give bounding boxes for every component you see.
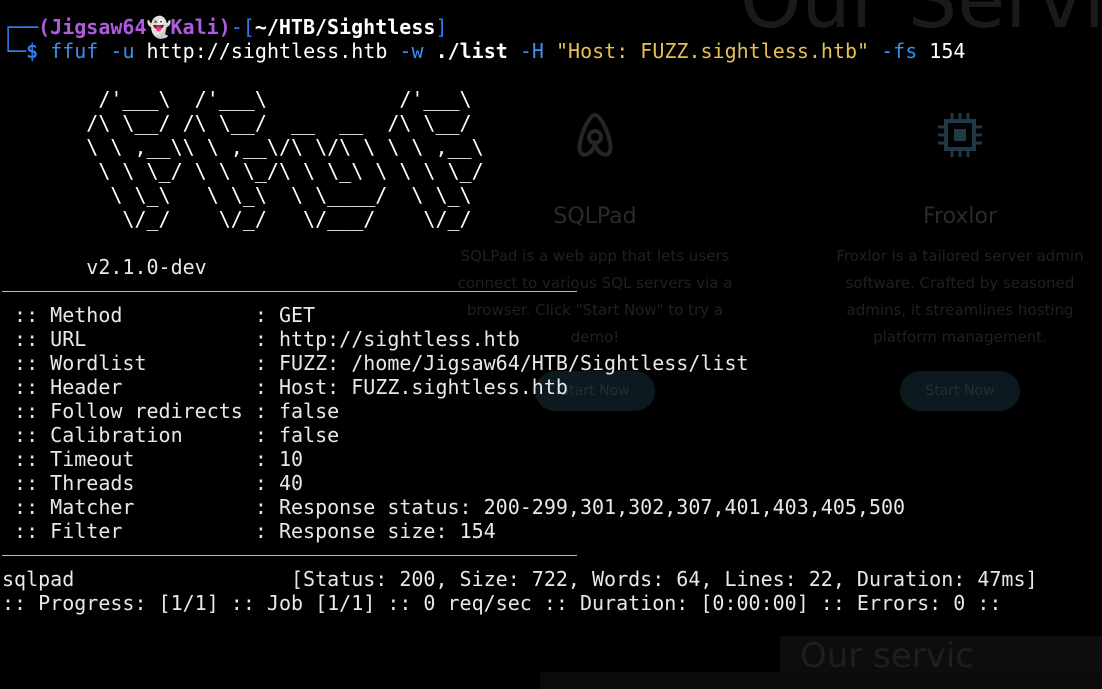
config-line-follow-redirects: :: Follow redirects : false [2, 399, 340, 423]
command-flag-fs: -fs [881, 39, 918, 63]
ffuf-version: v2.1.0-dev [2, 255, 207, 279]
command-flag-u: -u [110, 39, 135, 63]
progress-line: :: Progress: [1/1] :: Job [1/1] :: 0 req… [2, 591, 1002, 615]
config-line-matcher: :: Matcher : Response status: 200-299,30… [2, 495, 906, 519]
background-bottom-heading: Our servic [780, 636, 1102, 676]
ffuf-banner-line: \ \ ,__\\ \ ,__\/\ \/\ \ \ \ ,__\ [2, 135, 484, 159]
command-url: http://sightless.htb [146, 39, 388, 63]
prompt-corner-bottom: └─ [2, 39, 27, 63]
prompt-dollar: $ [26, 39, 39, 63]
ffuf-banner-line: /'___\ /'___\ /'___\ [2, 87, 472, 111]
separator-line [2, 279, 577, 292]
prompt-corner-top: ┌── [2, 15, 39, 39]
ffuf-banner-line: \ \ \_/ \ \ \_/\ \ \_\ \ \ \ \_/ [2, 159, 484, 183]
command-fs-value: 154 [929, 39, 966, 63]
command-line[interactable]: └─$ ffuf -u http://sightless.htb -w ./li… [2, 39, 1038, 63]
ffuf-banner-line: \ \_\ \ \_\ \ \____/ \ \_\ [2, 183, 472, 207]
config-line-url: :: URL : http://sightless.htb [2, 327, 520, 351]
config-line-method: :: Method : GET [2, 303, 316, 327]
config-line-filter: :: Filter : Response size: 154 [2, 519, 496, 543]
config-line-header: :: Header : Host: FUZZ.sightless.htb [2, 375, 568, 399]
command-program: ffuf [50, 39, 99, 63]
prompt-dash: -[ [230, 15, 255, 39]
prompt-host: Kali) [170, 15, 231, 39]
prompt-line: ┌──(Jigsaw64👻Kali)-[~/HTB/Sightless] [2, 15, 1038, 39]
config-line-timeout: :: Timeout : 10 [2, 447, 304, 471]
command-wordlist: ./list [435, 39, 508, 63]
ffuf-banner-line: /\ \__/ /\ \__/ __ __ /\ \__/ [2, 111, 472, 135]
prompt-user: (Jigsaw64 [38, 15, 147, 39]
background-bottom-strip [540, 672, 1102, 689]
terminal-window[interactable]: Our Servic SQLPad SQLPad is a web app th… [0, 0, 1102, 689]
config-line-calibration: :: Calibration : false [2, 423, 340, 447]
config-line-wordlist: :: Wordlist : FUZZ: /home/Jigsaw64/HTB/S… [2, 351, 749, 375]
command-flag-w: -w [399, 39, 424, 63]
result-line: sqlpad [Status: 200, Size: 722, Words: 6… [2, 567, 1038, 591]
prompt-bracket-close: ] [435, 15, 448, 39]
ghost-icon: 👻 [146, 15, 172, 39]
separator-line [2, 543, 577, 556]
command-flag-h: -H [519, 39, 544, 63]
prompt-cwd: ~/HTB/Sightless [254, 15, 436, 39]
config-line-threads: :: Threads : 40 [2, 471, 304, 495]
ffuf-banner-line: \/_/ \/_/ \/___/ \/_/ [2, 207, 472, 231]
terminal-output: ┌──(Jigsaw64👻Kali)-[~/HTB/Sightless] └─$… [2, 15, 1038, 615]
command-header: "Host: FUZZ.sightless.htb" [556, 39, 870, 63]
